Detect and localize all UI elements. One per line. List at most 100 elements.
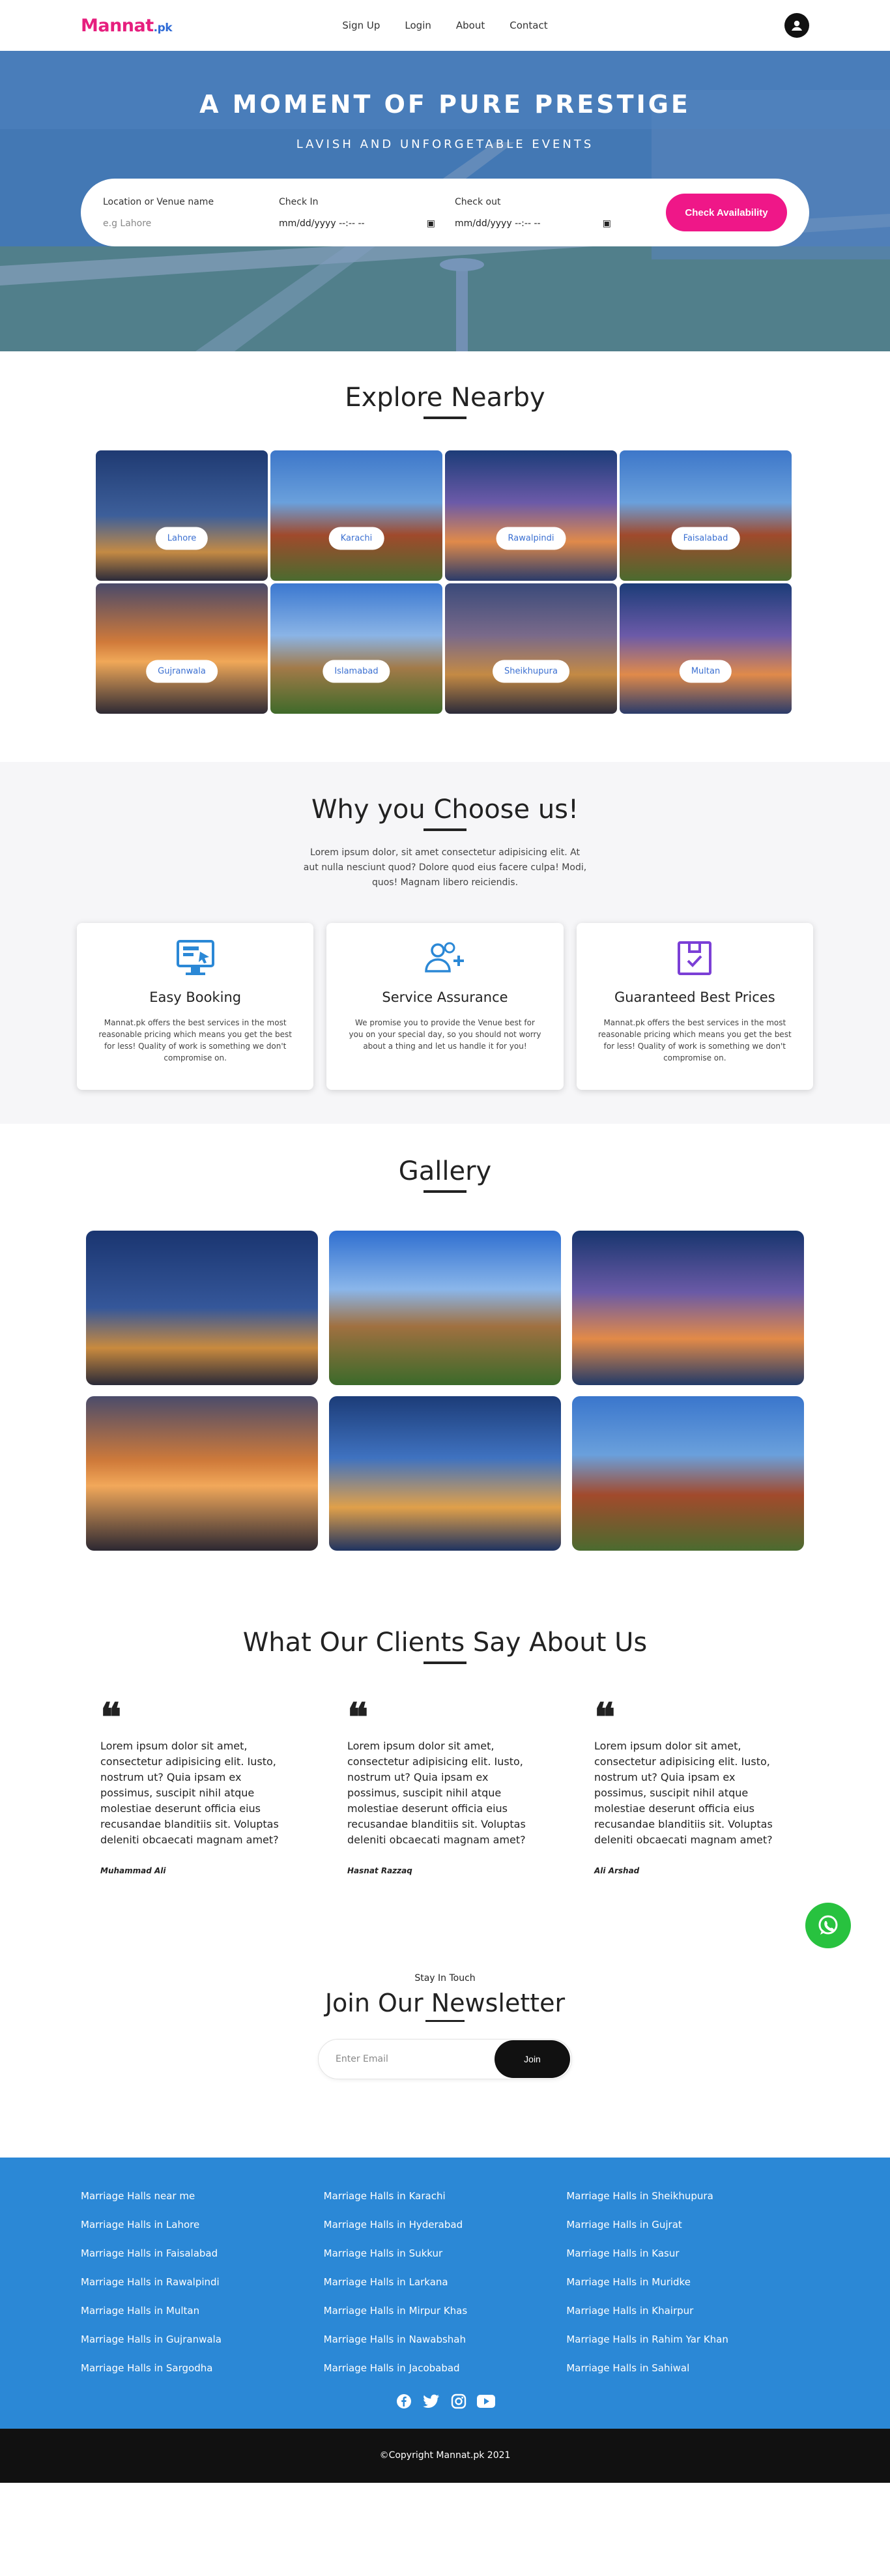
join-button[interactable]: Join: [495, 2040, 570, 2078]
feature-text: We promise you to provide the Venue best…: [349, 1018, 541, 1051]
location-label: Location or Venue name: [103, 196, 214, 207]
footer-link[interactable]: Marriage Halls in Faisalabad: [81, 2246, 324, 2261]
city-card-multan[interactable]: Multan: [620, 583, 792, 714]
city-card-islamabad[interactable]: Islamabad: [270, 583, 442, 714]
footer-links: Marriage Halls near me Marriage Halls in…: [81, 2189, 809, 2390]
nav-contact[interactable]: Contact: [510, 20, 547, 31]
checkin-input[interactable]: mm/dd/yyyy --:-- -- ▣: [279, 218, 435, 229]
testimonial-list: ❝ Lorem ipsum dolor sit amet, consectetu…: [100, 1695, 790, 1875]
availability-search-bar: Location or Venue name e.g Lahore Check …: [81, 179, 809, 246]
location-input[interactable]: e.g Lahore: [103, 218, 259, 229]
testimonial-text: Lorem ipsum dolor sit amet, consectetur …: [594, 1740, 773, 1846]
site-footer: Marriage Halls near me Marriage Halls in…: [0, 2158, 890, 2429]
footer-link[interactable]: Marriage Halls in Jacobabad: [324, 2361, 567, 2375]
footer-link[interactable]: Marriage Halls in Muridke: [566, 2275, 809, 2289]
calendar-icon[interactable]: ▣: [603, 218, 611, 229]
feature-title: Easy Booking: [149, 989, 242, 1005]
gallery-image-beach-sunset[interactable]: [86, 1396, 318, 1551]
hero-banner: A MOMENT OF PURE PRESTIGE LAVISH AND UNF…: [0, 51, 890, 351]
footer-link[interactable]: Marriage Halls in Lahore: [81, 2217, 324, 2232]
city-label[interactable]: Faisalabad: [671, 527, 740, 550]
gallery-image-palace[interactable]: [572, 1396, 804, 1551]
city-label[interactable]: Lahore: [155, 527, 208, 550]
testimonial-author: Muhammad Ali: [100, 1866, 166, 1875]
footer-link[interactable]: Marriage Halls in Gujrat: [566, 2217, 809, 2232]
logo-main: Mannat: [81, 15, 154, 36]
logo[interactable]: Mannat.pk: [81, 15, 173, 36]
gallery-image-city-skyline[interactable]: [572, 1231, 804, 1385]
nav-sign-up[interactable]: Sign Up: [342, 20, 380, 31]
city-card-gujranwala[interactable]: Gujranwala: [96, 583, 268, 714]
user-circle-icon[interactable]: [784, 13, 809, 38]
footer-link[interactable]: Marriage Halls in Hyderabad: [324, 2217, 567, 2232]
calendar-icon[interactable]: ▣: [427, 218, 435, 229]
checkout-value: mm/dd/yyyy --:-- --: [455, 218, 541, 229]
footer-column: Marriage Halls in Sheikhupura Marriage H…: [566, 2189, 809, 2390]
footer-link[interactable]: Marriage Halls in Sargodha: [81, 2361, 324, 2375]
hero-subtitle: LAVISH AND UNFORGETABLE EVENTS: [296, 138, 594, 151]
whatsapp-icon[interactable]: [805, 1903, 851, 1948]
city-card-sheikhupura[interactable]: Sheikhupura: [445, 583, 617, 714]
why-intro-text: Lorem ipsum dolor, sit amet consectetur …: [303, 847, 587, 888]
logo-suffix: .pk: [153, 21, 173, 35]
section-title: What Our Clients Say About Us: [0, 1628, 890, 1664]
city-card-rawalpindi[interactable]: Rawalpindi: [445, 450, 617, 581]
city-label[interactable]: Rawalpindi: [496, 527, 566, 550]
email-input[interactable]: Enter Email: [336, 2054, 495, 2064]
location-field: Location or Venue name e.g Lahore: [103, 197, 279, 229]
footer-link[interactable]: Marriage Halls in Kasur: [566, 2246, 809, 2261]
nav-login[interactable]: Login: [405, 20, 431, 31]
gallery-image-heritage-building[interactable]: [329, 1231, 561, 1385]
footer-link[interactable]: Marriage Halls in Larkana: [324, 2275, 567, 2289]
city-card-lahore[interactable]: Lahore: [96, 450, 268, 581]
city-label[interactable]: Multan: [679, 660, 732, 683]
city-card-karachi[interactable]: Karachi: [270, 450, 442, 581]
footer-link[interactable]: Marriage Halls in Karachi: [324, 2189, 567, 2203]
footer-link[interactable]: Marriage Halls in Nawabshah: [324, 2332, 567, 2347]
city-label[interactable]: Islamabad: [323, 660, 390, 683]
feature-text: Mannat.pk offers the best services in th…: [597, 1018, 792, 1062]
footer-link[interactable]: Marriage Halls in Khairpur: [566, 2304, 809, 2318]
footer-link[interactable]: Marriage Halls in Mirpur Khas: [324, 2304, 567, 2318]
checkout-input[interactable]: mm/dd/yyyy --:-- -- ▣: [455, 218, 611, 229]
feature-card-best-prices: Guaranteed Best Prices Mannat.pk offers …: [576, 923, 813, 1090]
gallery-image-city-lights[interactable]: [329, 1396, 561, 1551]
feature-card-easy-booking: Easy Booking Mannat.pk offers the best s…: [77, 923, 314, 1090]
instagram-icon[interactable]: [450, 2392, 468, 2410]
footer-link[interactable]: Marriage Halls in Sahiwal: [566, 2361, 809, 2375]
footer-link[interactable]: Marriage Halls in Sheikhupura: [566, 2189, 809, 2203]
gallery-grid: [86, 1231, 804, 1551]
nav-about[interactable]: About: [456, 20, 485, 31]
city-label[interactable]: Gujranwala: [146, 660, 218, 683]
city-card-faisalabad[interactable]: Faisalabad: [620, 450, 792, 581]
footer-link[interactable]: Marriage Halls in Multan: [81, 2304, 324, 2318]
testimonial-item: ❝ Lorem ipsum dolor sit amet, consectetu…: [100, 1695, 296, 1875]
gallery-image-mosque-night[interactable]: [86, 1231, 318, 1385]
testimonial-author: Hasnat Razzaq: [347, 1866, 412, 1875]
city-label[interactable]: Karachi: [328, 527, 384, 550]
twitter-icon[interactable]: [422, 2392, 440, 2410]
footer-column: Marriage Halls near me Marriage Halls in…: [81, 2189, 324, 2390]
footer-link[interactable]: Marriage Halls in Gujranwala: [81, 2332, 324, 2347]
footer-link[interactable]: Marriage Halls in Rahim Yar Khan: [566, 2332, 809, 2347]
newsletter-kicker: Stay In Touch: [414, 1973, 476, 1983]
testimonial-text: Lorem ipsum dolor sit amet, consectetur …: [100, 1740, 279, 1846]
check-availability-button[interactable]: Check Availability: [666, 194, 787, 231]
site-header: Mannat.pk Sign Up Login About Contact: [0, 0, 890, 51]
footer-link[interactable]: Marriage Halls in Sukkur: [324, 2246, 567, 2261]
quote-icon: ❝: [100, 1695, 122, 1740]
feature-title: Guaranteed Best Prices: [614, 989, 775, 1005]
explore-nearby-section: Explore Nearby Lahore Karachi Rawalpindi…: [0, 351, 890, 762]
city-grid: Lahore Karachi Rawalpindi Faisalabad Guj…: [96, 450, 794, 714]
box-check-icon: [577, 939, 813, 978]
city-label[interactable]: Sheikhupura: [493, 660, 569, 683]
feature-card-service-assurance: Service Assurance We promise you to prov…: [326, 923, 564, 1090]
footer-link[interactable]: Marriage Halls in Rawalpindi: [81, 2275, 324, 2289]
newsletter-section: Stay In Touch Join Our Newsletter Enter …: [0, 1914, 890, 2158]
testimonial-text: Lorem ipsum dolor sit amet, consectetur …: [347, 1740, 526, 1846]
footer-link[interactable]: Marriage Halls near me: [81, 2189, 324, 2203]
youtube-icon[interactable]: [477, 2392, 495, 2410]
facebook-icon[interactable]: [395, 2392, 413, 2410]
feature-title: Service Assurance: [382, 989, 508, 1005]
newsletter-title: Join Our Newsletter: [0, 1989, 890, 2022]
